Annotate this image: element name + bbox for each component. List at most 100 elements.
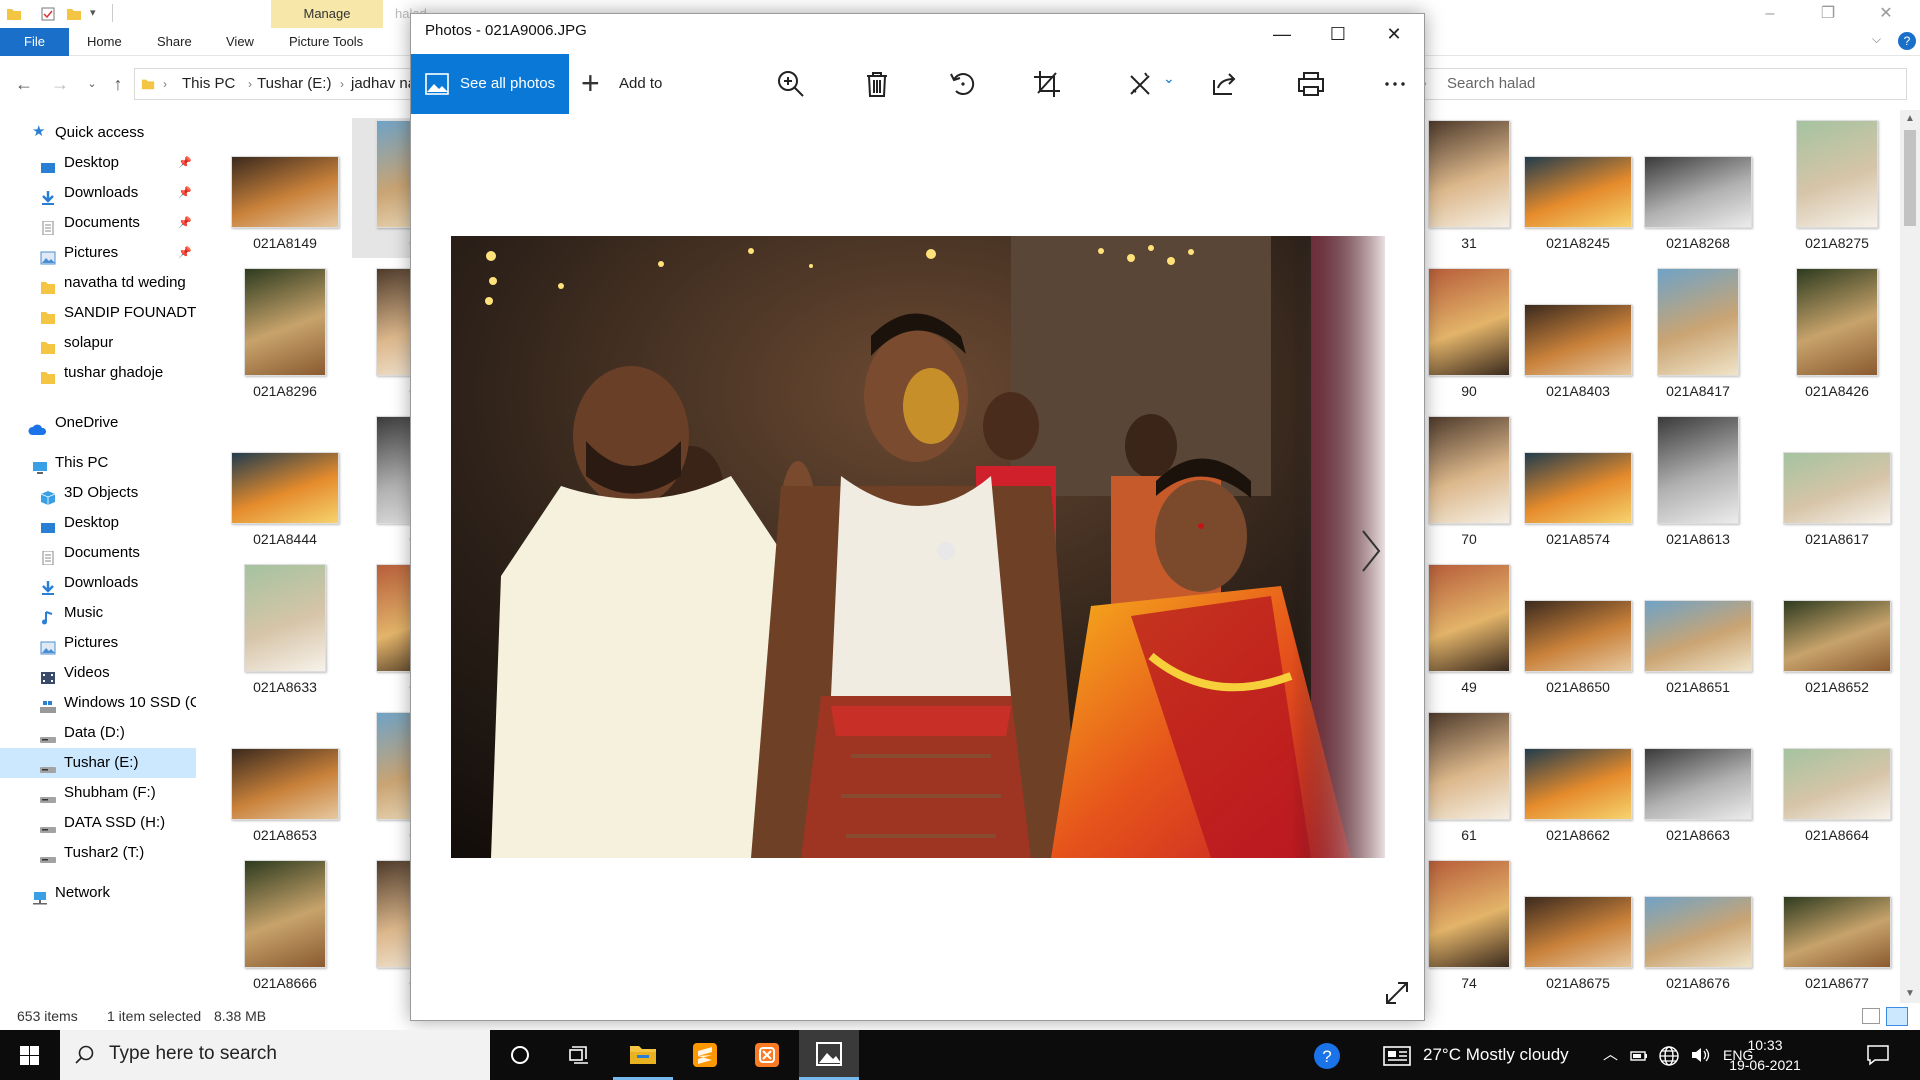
edit-enhance-icon[interactable] [1125, 68, 1157, 100]
recent-locations-icon[interactable]: ⌄ [80, 72, 104, 96]
weather-text[interactable]: 27°C Mostly cloudy [1423, 1030, 1569, 1080]
nav-this-pc-item[interactable]: Data (D:) [0, 718, 196, 748]
edit-dropdown-icon[interactable]: ⌄ [1163, 70, 1175, 87]
photos-maximize-button[interactable]: ☐ [1310, 14, 1366, 54]
cortana-button[interactable] [490, 1030, 550, 1080]
new-folder-icon[interactable] [66, 6, 82, 22]
breadcrumb-folder[interactable]: jadhav na [351, 69, 416, 99]
photos-close-button[interactable]: ✕ [1366, 14, 1422, 54]
search-input[interactable]: ⌕ Search halad [1410, 68, 1907, 100]
see-all-photos-button[interactable]: See all photos [411, 54, 569, 114]
explorer-close-button[interactable]: ✕ [1858, 0, 1914, 28]
file-tile[interactable]: 021A8664 [1772, 710, 1900, 850]
help-tips-icon[interactable]: ? [1312, 1041, 1342, 1071]
breadcrumb-this-pc[interactable]: This PC [182, 69, 235, 99]
file-tile[interactable]: 021A8651 [1633, 562, 1763, 702]
file-tile[interactable]: 021A8675 [1513, 858, 1643, 998]
nav-onedrive[interactable]: OneDrive [0, 408, 196, 438]
nav-this-pc-item[interactable]: Desktop [0, 508, 196, 538]
file-tile[interactable]: 021A8653 [220, 710, 350, 850]
taskbar-search-box[interactable]: Type here to search [60, 1030, 490, 1080]
nav-quick-access-item[interactable]: tushar ghadoje [0, 358, 196, 388]
breadcrumb-drive[interactable]: Tushar (E:) [257, 69, 331, 99]
nav-this-pc-item[interactable]: Tushar2 (T:) [0, 838, 196, 868]
show-hidden-icons-chevron-icon[interactable]: ︿ [1603, 1030, 1618, 1080]
more-icon[interactable] [1379, 68, 1411, 100]
nav-this-pc-item[interactable]: Downloads [0, 568, 196, 598]
file-tile[interactable]: 021A8296 [220, 266, 350, 406]
file-tile[interactable]: 021A8275 [1772, 118, 1900, 258]
globe-network-icon[interactable] [1658, 1045, 1680, 1067]
nav-this-pc-item[interactable]: Tushar (E:) [0, 748, 196, 778]
properties-icon[interactable] [40, 6, 56, 22]
volume-icon[interactable] [1690, 1046, 1710, 1064]
scroll-down-icon[interactable]: ▼ [1900, 985, 1920, 1003]
zoom-in-icon[interactable] [775, 68, 807, 100]
scrollbar-thumb[interactable] [1904, 130, 1916, 226]
qat-dropdown-icon[interactable]: ▾ [90, 6, 96, 19]
nav-this-pc-item[interactable]: Documents [0, 538, 196, 568]
file-tile[interactable]: 021A8268 [1633, 118, 1763, 258]
fullscreen-expand-icon[interactable] [1384, 980, 1410, 1006]
nav-this-pc-item[interactable]: Music [0, 598, 196, 628]
crop-icon[interactable] [1031, 68, 1063, 100]
sublime-text-taskbar-button[interactable] [675, 1030, 735, 1080]
file-tile[interactable]: 021A8613 [1633, 414, 1763, 554]
photos-taskbar-button[interactable] [799, 1030, 859, 1080]
vertical-scrollbar[interactable]: ▲ ▼ [1900, 110, 1920, 1003]
file-tile[interactable]: 021A8663 [1633, 710, 1763, 850]
photos-minimize-button[interactable]: — [1254, 14, 1310, 54]
nav-quick-access-item[interactable]: Desktop 📌 [0, 148, 196, 178]
tab-view[interactable]: View [226, 28, 254, 56]
tab-share[interactable]: Share [157, 28, 192, 56]
nav-network[interactable]: Network [0, 878, 196, 908]
file-tile[interactable]: 021A8574 [1513, 414, 1643, 554]
nav-quick-access-item[interactable]: SANDIP FOUNADTI( [0, 298, 196, 328]
nav-quick-access-item[interactable]: Pictures 📌 [0, 238, 196, 268]
nav-this-pc-item[interactable]: Windows 10 SSD (C [0, 688, 196, 718]
file-tile[interactable]: 021A8676 [1633, 858, 1763, 998]
delete-icon[interactable] [861, 68, 893, 100]
rotate-icon[interactable] [947, 68, 979, 100]
large-icons-view-icon[interactable] [1886, 1007, 1908, 1026]
file-tile[interactable]: 021A8650 [1513, 562, 1643, 702]
file-tile[interactable]: 021A8417 [1633, 266, 1763, 406]
file-tile[interactable]: 021A8677 [1772, 858, 1900, 998]
tab-file[interactable]: File [0, 28, 69, 56]
nav-this-pc-item[interactable]: Shubham (F:) [0, 778, 196, 808]
file-tile[interactable]: 021A8652 [1772, 562, 1900, 702]
scroll-up-icon[interactable]: ▲ [1900, 110, 1920, 128]
back-arrow-icon[interactable]: ← [12, 72, 36, 96]
up-arrow-icon[interactable]: ↑ [106, 72, 130, 96]
nav-quick-access[interactable]: ★ Quick access [0, 118, 196, 148]
help-icon[interactable]: ? [1898, 32, 1916, 50]
tab-home[interactable]: Home [87, 28, 122, 56]
file-tile[interactable]: 021A8662 [1513, 710, 1643, 850]
news-weather-icon[interactable] [1383, 1046, 1411, 1066]
file-tile[interactable]: 021A8617 [1772, 414, 1900, 554]
manage-contextual-tab[interactable]: Manage [271, 0, 383, 28]
nav-this-pc-item[interactable]: DATA SSD (H:) [0, 808, 196, 838]
explorer-minimize-button[interactable]: – [1742, 0, 1798, 28]
file-tile[interactable]: 021A8149 [220, 118, 350, 258]
notifications-icon[interactable] [1866, 1044, 1890, 1066]
forward-arrow-icon[interactable]: → [48, 72, 72, 96]
file-tile[interactable]: 021A8403 [1513, 266, 1643, 406]
nav-quick-access-item[interactable]: navatha td weding [0, 268, 196, 298]
nav-this-pc-item[interactable]: 3D Objects [0, 478, 196, 508]
tab-picture-tools[interactable]: Picture Tools [289, 28, 363, 56]
nav-this-pc[interactable]: This PC [0, 448, 196, 478]
explorer-restore-button[interactable]: ❐ [1800, 0, 1856, 28]
task-view-button[interactable] [550, 1030, 610, 1080]
nav-quick-access-item[interactable]: Downloads 📌 [0, 178, 196, 208]
battery-icon[interactable] [1630, 1047, 1648, 1063]
nav-this-pc-item[interactable]: Pictures [0, 628, 196, 658]
file-tile[interactable]: 021A8666 [220, 858, 350, 998]
clock[interactable]: 10:33 19-06-2021 [1710, 1035, 1820, 1075]
details-view-icon[interactable] [1862, 1008, 1880, 1024]
file-tile[interactable]: 021A8245 [1513, 118, 1643, 258]
address-bar[interactable]: › This PC › Tushar (E:) › jadhav na [134, 68, 424, 100]
file-tile[interactable]: 021A8426 [1772, 266, 1900, 406]
file-tile[interactable]: 021A8633 [220, 562, 350, 702]
nav-this-pc-item[interactable]: Videos [0, 658, 196, 688]
